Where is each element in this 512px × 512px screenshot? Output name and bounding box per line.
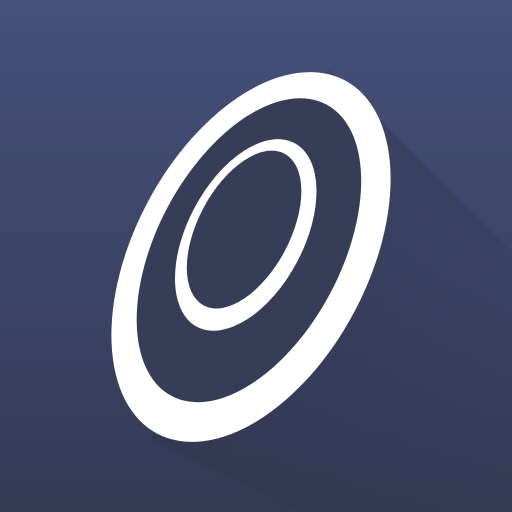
concentric-rings-logo-icon <box>0 0 512 512</box>
app-icon <box>0 0 512 512</box>
